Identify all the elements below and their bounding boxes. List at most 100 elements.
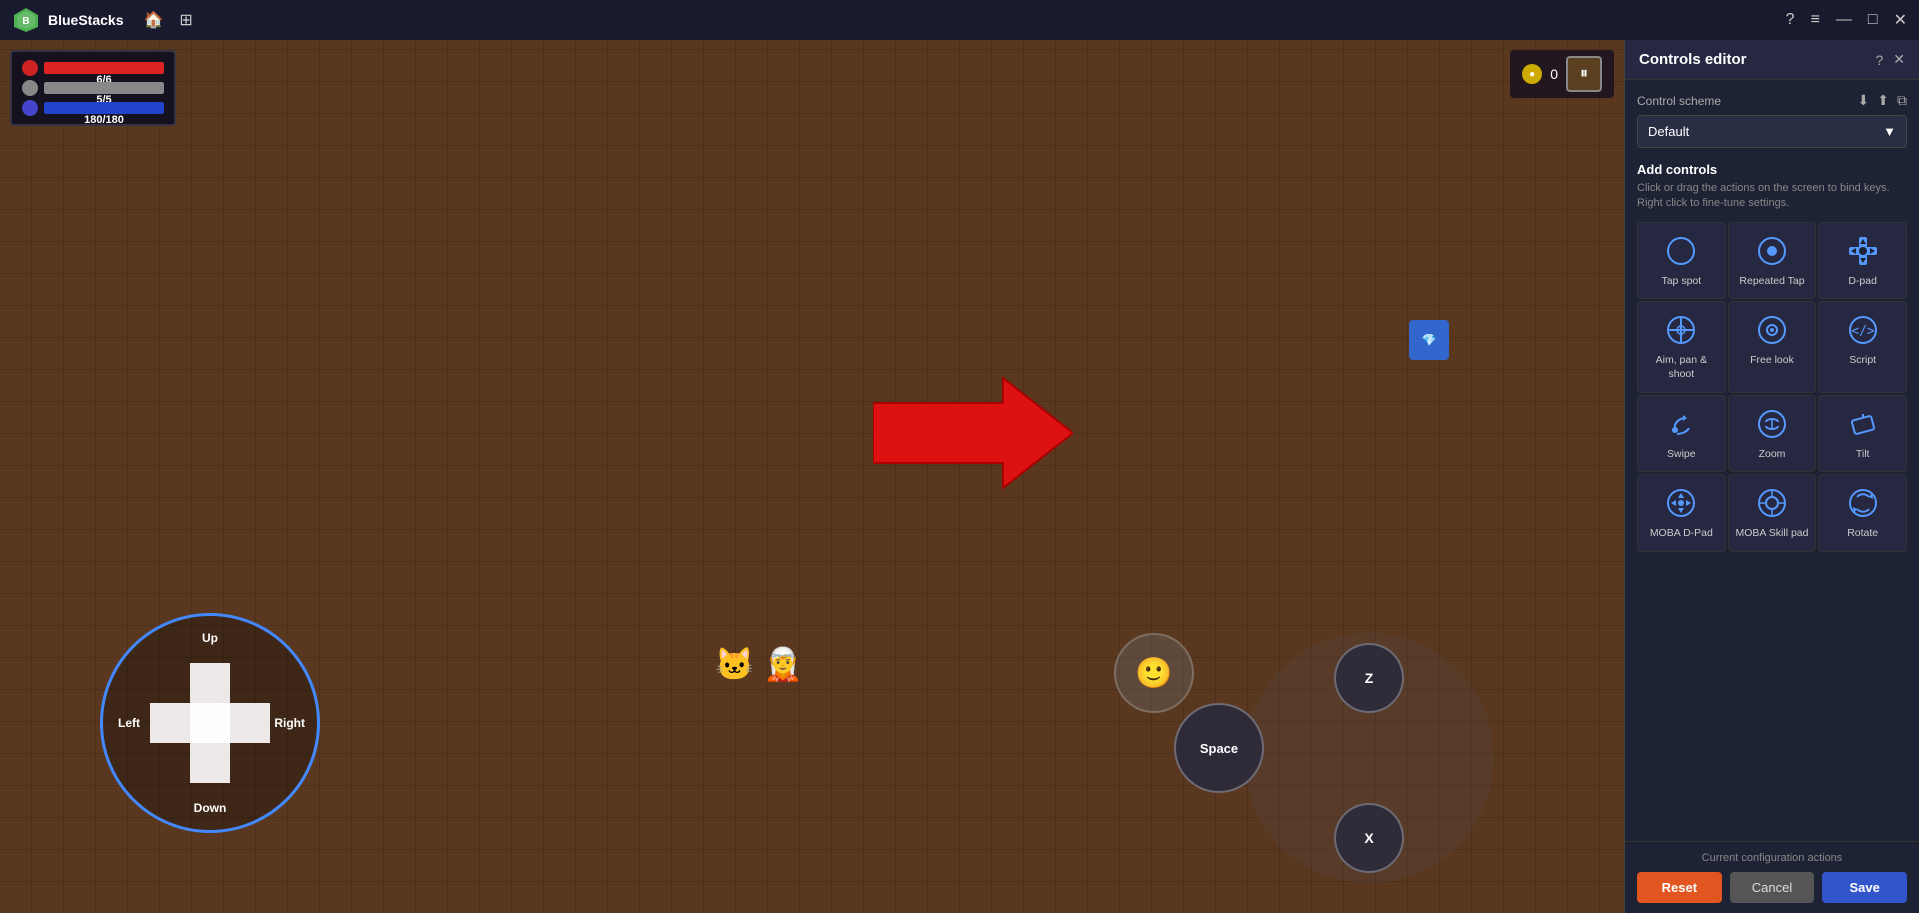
- panel-footer: Current configuration actions Reset Canc…: [1625, 841, 1919, 913]
- export-icon[interactable]: ⬆: [1877, 92, 1889, 109]
- smiley-button[interactable]: 🙂: [1114, 633, 1194, 713]
- control-aim-pan-shoot[interactable]: Aim, pan & shoot: [1637, 301, 1726, 392]
- hp-bar-fill: [44, 62, 164, 74]
- svg-text:B: B: [22, 16, 29, 27]
- svg-text:</>: </>: [1851, 324, 1875, 339]
- control-free-look[interactable]: Free look: [1728, 301, 1817, 392]
- panel-title: Controls editor: [1639, 51, 1747, 68]
- free-look-label: Free look: [1750, 354, 1794, 368]
- shield-bar-fill: [44, 82, 164, 94]
- dpad-right-label: Right: [274, 716, 305, 730]
- home-icon[interactable]: 🏠: [143, 10, 163, 30]
- mana-row: 180/180: [22, 100, 164, 116]
- control-rotate[interactable]: Rotate: [1818, 474, 1907, 552]
- tilt-icon: [1845, 406, 1881, 442]
- shield-row: 5/5: [22, 80, 164, 96]
- tilt-label: Tilt: [1856, 448, 1870, 462]
- control-moba-dpad[interactable]: MOBA D-Pad: [1637, 474, 1726, 552]
- maximize-icon[interactable]: □: [1868, 11, 1878, 29]
- hp-row: 6/6: [22, 60, 164, 76]
- game-area: 6/6 5/5 180/180: [0, 40, 1624, 913]
- dpad-control[interactable]: Up Down Left Right: [100, 613, 320, 833]
- coin-count: 0: [1550, 66, 1558, 82]
- panel-help-icon[interactable]: ?: [1875, 52, 1883, 68]
- rotate-label: Rotate: [1847, 527, 1878, 541]
- repeated-tap-icon: [1754, 233, 1790, 269]
- shield-bar-bg: [44, 82, 164, 94]
- window-controls: ? ≡ — □ ✕: [1786, 10, 1907, 30]
- tap-spot-icon: [1663, 233, 1699, 269]
- mana-icon: [22, 100, 38, 116]
- x-button[interactable]: X: [1334, 803, 1404, 873]
- dpad-down-label: Down: [194, 801, 227, 815]
- zoom-icon: [1754, 406, 1790, 442]
- layout-icon[interactable]: ⊞: [179, 10, 192, 30]
- gem-icon: 💎: [1409, 320, 1449, 360]
- moba-skill-label: MOBA Skill pad: [1736, 527, 1809, 541]
- d-pad-icon: [1845, 233, 1881, 269]
- bluestacks-logo: B: [12, 6, 40, 34]
- control-d-pad[interactable]: D-pad: [1818, 222, 1907, 300]
- dpad-up-label: Up: [202, 631, 218, 645]
- hp-bar-bg: [44, 62, 164, 74]
- controls-grid: Tap spot Repeated Tap: [1637, 222, 1907, 552]
- space-button[interactable]: Space: [1174, 703, 1264, 793]
- z-button[interactable]: Z: [1334, 643, 1404, 713]
- menu-icon[interactable]: ≡: [1811, 11, 1820, 29]
- moba-skill-icon: [1754, 485, 1790, 521]
- mana-text: 180/180: [44, 114, 164, 126]
- dpad-horizontal: [150, 703, 270, 743]
- control-swipe[interactable]: Swipe: [1637, 395, 1726, 473]
- controls-editor-panel: Controls editor ? ✕ Control scheme ⬇ ⬆ ⧉: [1624, 40, 1919, 913]
- main-content: 6/6 5/5 180/180: [0, 40, 1919, 913]
- moba-dpad-icon: [1663, 485, 1699, 521]
- control-tap-spot[interactable]: Tap spot: [1637, 222, 1726, 300]
- shield-icon: [22, 80, 38, 96]
- dpad-circle: Up Down Left Right: [100, 613, 320, 833]
- control-repeated-tap[interactable]: Repeated Tap: [1728, 222, 1817, 300]
- app-name: BlueStacks: [48, 12, 123, 28]
- close-icon[interactable]: ✕: [1894, 10, 1907, 30]
- heart-icon: [22, 60, 38, 76]
- scheme-label: Control scheme ⬇ ⬆ ⧉: [1637, 92, 1907, 109]
- title-bar: B BlueStacks 🏠 ⊞ ? ≡ — □ ✕: [0, 0, 1919, 40]
- dpad-cross: [150, 663, 270, 783]
- scheme-icons: ⬇ ⬆ ⧉: [1858, 92, 1907, 109]
- control-moba-skill[interactable]: MOBA Skill pad: [1728, 474, 1817, 552]
- swipe-icon: [1663, 406, 1699, 442]
- help-icon[interactable]: ?: [1786, 11, 1795, 29]
- reset-button[interactable]: Reset: [1637, 872, 1722, 903]
- scheme-section: Control scheme ⬇ ⬆ ⧉ Default ▼: [1637, 92, 1907, 148]
- d-pad-label: D-pad: [1848, 275, 1877, 289]
- repeated-tap-label: Repeated Tap: [1739, 275, 1804, 289]
- coin-icon: ●: [1522, 64, 1542, 84]
- footer-buttons: Reset Cancel Save: [1637, 872, 1907, 903]
- mana-bar-bg: [44, 102, 164, 114]
- game-character-cat: 🐱: [715, 645, 755, 683]
- import-icon[interactable]: ⬇: [1858, 92, 1870, 109]
- save-button[interactable]: Save: [1822, 872, 1907, 903]
- nav-icons: 🏠 ⊞: [143, 10, 192, 30]
- tap-spot-label: Tap spot: [1661, 275, 1701, 289]
- game-character-hero: 🧝: [763, 645, 803, 683]
- copy-icon[interactable]: ⧉: [1897, 92, 1907, 109]
- zoom-label: Zoom: [1759, 448, 1786, 462]
- scheme-dropdown[interactable]: Default ▼: [1637, 115, 1907, 148]
- add-controls-section: Add controls Click or drag the actions o…: [1637, 162, 1907, 552]
- control-script[interactable]: </> Script: [1818, 301, 1907, 392]
- panel-close-icon[interactable]: ✕: [1893, 51, 1905, 68]
- control-zoom[interactable]: Zoom: [1728, 395, 1817, 473]
- current-config-label: Current configuration actions: [1637, 852, 1907, 864]
- rotate-icon: [1845, 485, 1881, 521]
- pause-button[interactable]: ⏸: [1566, 56, 1602, 92]
- minimize-icon[interactable]: —: [1836, 11, 1852, 29]
- script-label: Script: [1849, 354, 1876, 368]
- panel-header: Controls editor ? ✕: [1625, 40, 1919, 80]
- dpad-left-label: Left: [118, 716, 140, 730]
- mana-bar-fill: [44, 102, 164, 114]
- moba-dpad-label: MOBA D-Pad: [1650, 527, 1713, 541]
- cancel-button[interactable]: Cancel: [1730, 872, 1815, 903]
- red-arrow: [873, 373, 1073, 493]
- action-area: Z X: [1244, 633, 1494, 883]
- control-tilt[interactable]: Tilt: [1818, 395, 1907, 473]
